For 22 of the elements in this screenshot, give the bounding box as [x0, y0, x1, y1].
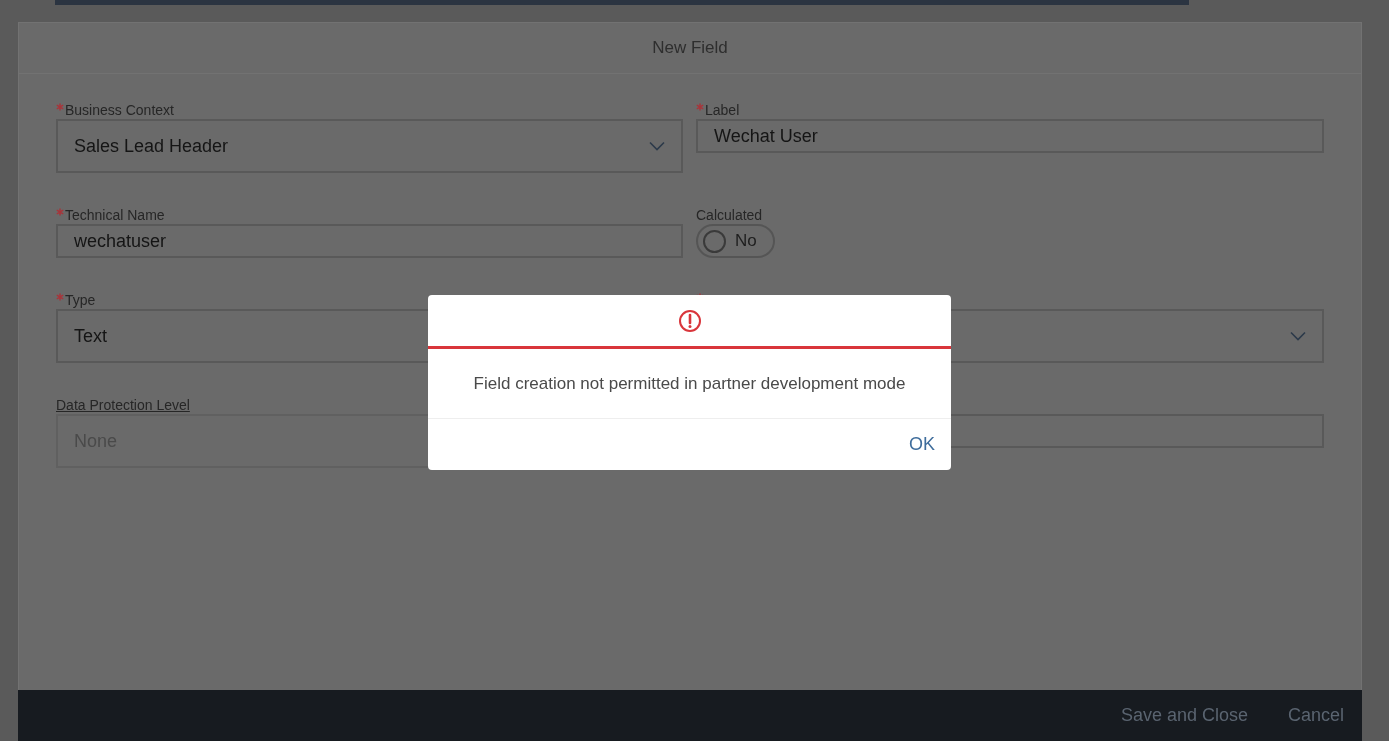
field-label: Business Context: [65, 102, 174, 118]
toggle-switch[interactable]: No: [696, 224, 775, 258]
chevron-down-icon: [649, 141, 665, 151]
message-text: Field creation not permitted in partner development mode: [473, 373, 906, 394]
dialog-title: New Field: [652, 38, 728, 58]
field-value: Sales Lead Header: [74, 135, 229, 157]
chevron-down-icon: [1290, 331, 1306, 341]
field-label: Type: [65, 292, 96, 308]
exclamation-icon: [677, 308, 702, 333]
footer-button[interactable]: Save and Close: [1120, 705, 1248, 726]
input-field[interactable]: wechatuser: [56, 224, 683, 258]
field-label: Technical Name: [65, 207, 165, 223]
footer-button[interactable]: Cancel: [1287, 705, 1344, 726]
field-label: Label: [705, 102, 740, 118]
field-value: Wechat User: [714, 125, 818, 147]
field-value: wechatuser: [74, 230, 167, 252]
ok-button[interactable]: OK: [909, 432, 935, 457]
field-label: Calculated: [696, 207, 763, 223]
field-value: Text: [74, 325, 107, 347]
input-field[interactable]: Wechat User: [696, 119, 1324, 153]
field-label[interactable]: Data Protection Level: [56, 397, 190, 413]
select-field[interactable]: Sales Lead Header: [56, 119, 683, 173]
